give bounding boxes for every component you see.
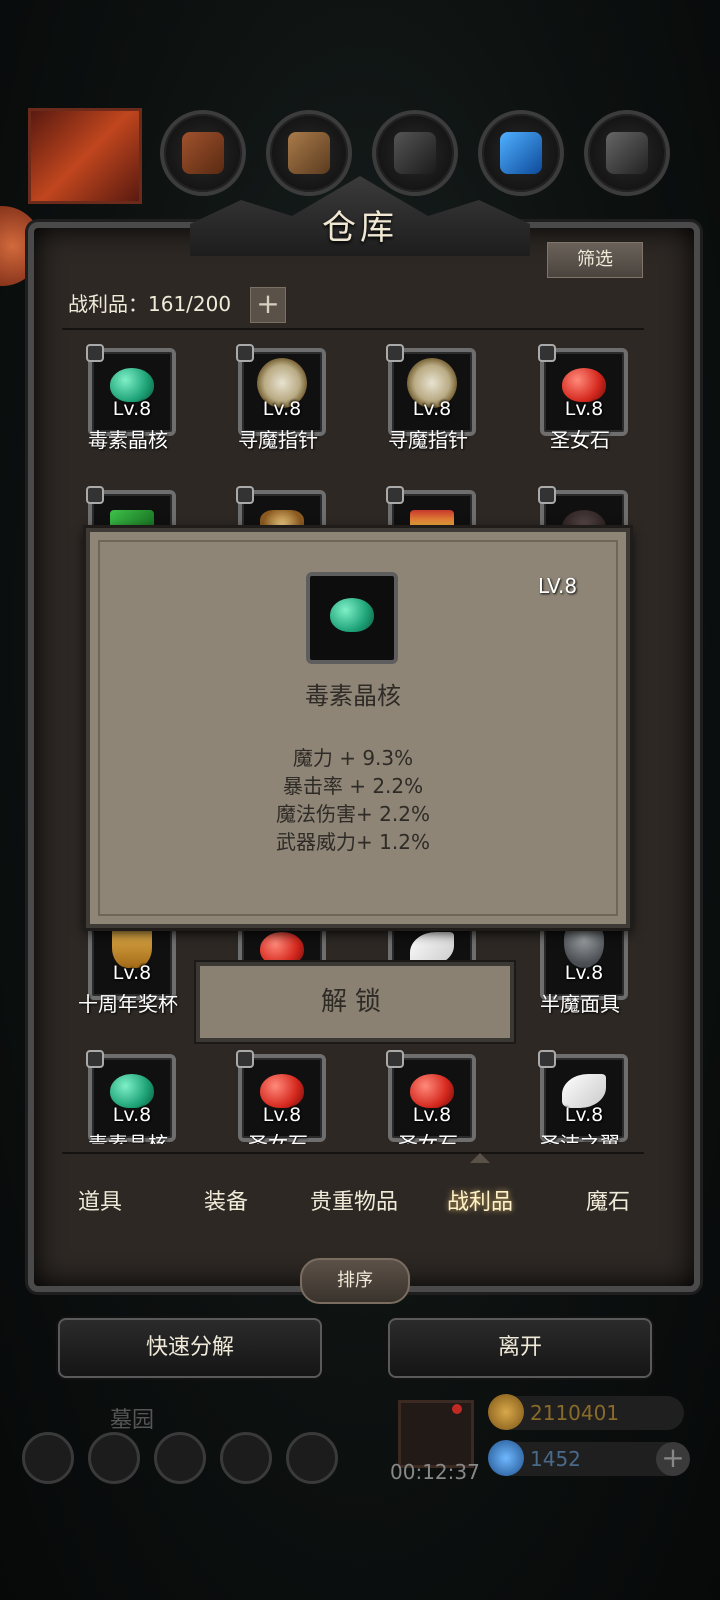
location-label: 墓园 <box>110 1408 155 1433</box>
gift-icon[interactable] <box>398 1400 474 1468</box>
lock-icon <box>86 486 104 504</box>
stat-line: 魔法伤害+ 2.2% <box>276 802 430 826</box>
loot-capacity: 战利品：161/200 <box>68 292 232 316</box>
item-name: 圣女石 <box>550 428 610 452</box>
unlock-button[interactable]: 解锁 <box>196 962 514 1042</box>
lock-icon <box>236 486 254 504</box>
item-name: 圣洁之翼 <box>540 1132 620 1144</box>
crystal-resource-icon <box>478 110 564 196</box>
stat-line: 暴击率 + 2.2% <box>282 774 424 798</box>
guild-icon[interactable] <box>286 1432 338 1484</box>
saint-stone-icon <box>562 368 606 402</box>
popup-item-name: 毒素晶核 <box>305 682 401 710</box>
popup-item-icon <box>306 572 398 664</box>
item-name: 半魔面具 <box>540 992 620 1016</box>
lock-icon <box>538 486 556 504</box>
active-tab-indicator <box>470 1153 490 1163</box>
stat-line: 武器威力+ 1.2% <box>276 830 430 854</box>
toxic-core-icon <box>330 598 374 632</box>
item-slot[interactable]: Lv.8 <box>236 344 326 436</box>
sort-button[interactable]: 排序 <box>300 1258 410 1304</box>
iron-resource-icon <box>372 110 458 196</box>
quick-decompose-button[interactable]: 快速分解 <box>58 1318 322 1378</box>
item-name: 十周年奖杯 <box>78 992 178 1016</box>
map-icon[interactable] <box>154 1432 206 1484</box>
item-slot[interactable]: Lv.8 <box>538 344 628 436</box>
mail-icon[interactable] <box>220 1432 272 1484</box>
wood-resource-icon <box>160 110 246 196</box>
popup-level: LV.8 <box>538 574 578 598</box>
toxic-core-icon <box>110 368 154 402</box>
item-name: 毒素晶核 <box>88 1132 168 1144</box>
wing-icon <box>410 932 454 966</box>
lock-icon <box>386 1050 404 1068</box>
divider <box>62 1152 644 1154</box>
leave-button[interactable]: 离开 <box>388 1318 652 1378</box>
filter-button[interactable]: 筛选 <box>547 242 643 278</box>
item-name: 圣女石 <box>398 1132 458 1144</box>
saint-stone-icon <box>260 1074 304 1108</box>
tab-magic-stones[interactable]: 魔石 <box>548 1184 668 1216</box>
stat-line: 魔力 + 9.3% <box>292 746 414 770</box>
saint-stone-icon <box>410 1074 454 1108</box>
toxic-core-icon <box>110 1074 154 1108</box>
tab-loot[interactable]: 战利品 <box>420 1184 540 1216</box>
divider <box>62 328 644 330</box>
saint-stone-icon <box>260 932 304 966</box>
lock-icon <box>236 344 254 362</box>
lock-icon <box>386 486 404 504</box>
lock-icon <box>86 344 104 362</box>
expand-capacity-button[interactable]: + <box>250 287 286 323</box>
lock-icon <box>386 344 404 362</box>
wing-icon <box>562 1074 606 1108</box>
item-name: 寻魔指针 <box>388 428 468 452</box>
tab-items[interactable]: 道具 <box>40 1184 160 1216</box>
notification-dot <box>452 1404 462 1414</box>
gift-timer: 00:12:37 <box>390 1460 480 1484</box>
lock-icon <box>236 1050 254 1068</box>
gem-amount: 1452 <box>530 1447 581 1471</box>
quest-icon[interactable] <box>88 1432 140 1484</box>
item-name: 圣女石 <box>248 1132 308 1144</box>
hero-portrait[interactable] <box>28 108 142 204</box>
gold-amount: 2110401 <box>530 1401 620 1425</box>
plank-resource-icon <box>266 110 352 196</box>
page-title: 仓库 <box>322 208 398 248</box>
lock-icon <box>538 344 556 362</box>
item-slot[interactable]: Lv.8 <box>386 344 476 436</box>
tab-valuables[interactable]: 贵重物品 <box>294 1184 414 1216</box>
settings-icon[interactable] <box>22 1432 74 1484</box>
blue-gem-icon <box>488 1440 524 1476</box>
lock-icon <box>86 1050 104 1068</box>
tab-equipment[interactable]: 装备 <box>166 1184 286 1216</box>
item-slot[interactable]: Lv.8 <box>86 344 176 436</box>
add-currency-button[interactable]: + <box>656 1442 690 1476</box>
lock-icon <box>538 1050 556 1068</box>
gold-coin-icon <box>488 1394 524 1430</box>
item-name: 寻魔指针 <box>238 428 318 452</box>
item-name: 毒素晶核 <box>88 428 168 452</box>
stone-resource-icon <box>584 110 670 196</box>
